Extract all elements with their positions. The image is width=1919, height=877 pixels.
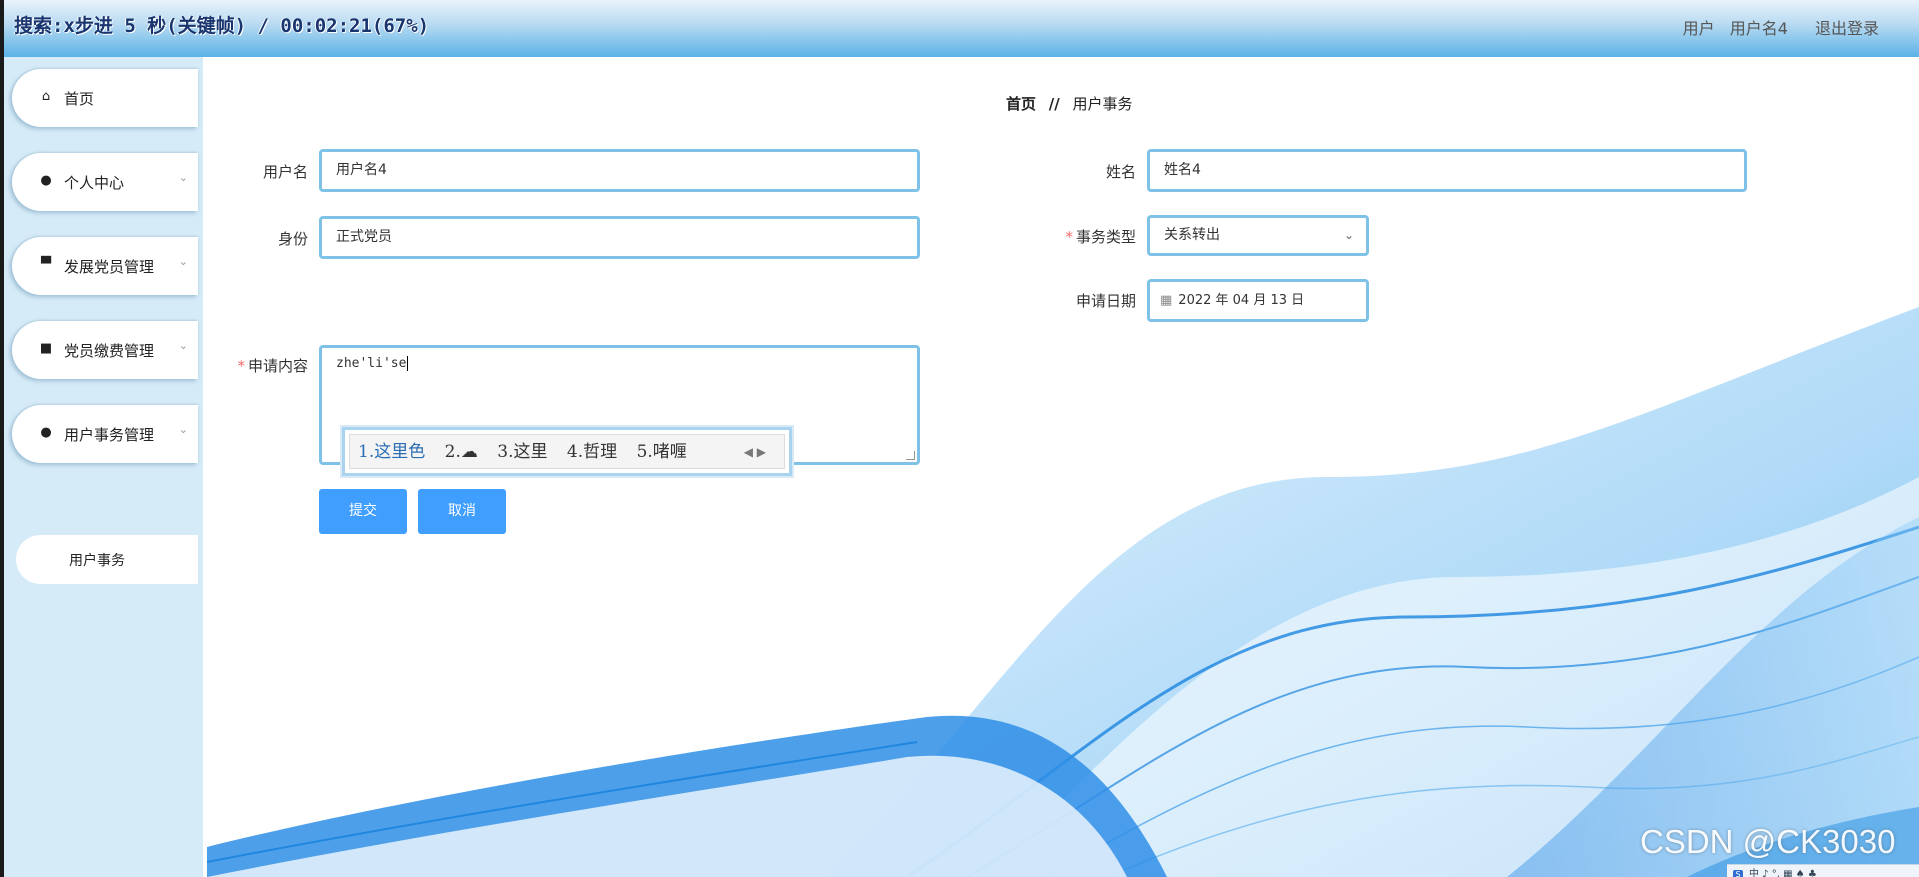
- cancel-button[interactable]: 取消: [418, 489, 506, 534]
- sidebar-subitem-label: 用户事务: [69, 553, 125, 569]
- content-label-text: 申请内容: [247, 357, 308, 375]
- sidebar-item-personal-center[interactable]: ● 个人中心 ⌄: [12, 153, 198, 211]
- breadcrumb-current: 用户事务: [1072, 95, 1133, 113]
- watermark: CSDN @CK3030: [1640, 823, 1896, 860]
- app-frame: 搜索:x步进 5 秒(关键帧) / 00:02:21(67%) 用户 用户名4 …: [4, 0, 1919, 877]
- chevron-down-icon: ⌄: [178, 171, 188, 184]
- content-label: * 申请内容: [207, 355, 308, 376]
- apply-date-value: 2022 年 04 月 13 日: [1178, 293, 1305, 308]
- chevron-down-icon: ⌄: [178, 339, 188, 352]
- submit-button[interactable]: 提交: [319, 489, 407, 534]
- tray-text: 中 ♪ °, ▦ ♠ ♣: [1749, 869, 1817, 877]
- breadcrumb: 首页 // 用户事务: [1006, 93, 1133, 114]
- ime-candidate-2[interactable]: 2.☁: [445, 442, 478, 462]
- ime-candidate-popup: 1.这里色 2.☁ 3.这里 4.哲理 5.啫喱 ◀ ▶: [342, 427, 792, 476]
- chevron-down-icon: ⌄: [1343, 228, 1354, 242]
- resize-handle[interactable]: [906, 451, 915, 460]
- logout-link[interactable]: 退出登录: [1815, 19, 1879, 38]
- top-bar: 搜索:x步进 5 秒(关键帧) / 00:02:21(67%) 用户 用户名4 …: [4, 0, 1919, 57]
- content-text: zhe'li'se: [336, 356, 407, 371]
- calendar-icon: ▦: [1160, 293, 1173, 308]
- identity-input[interactable]: 正式党员: [319, 216, 920, 259]
- user-area: 用户 用户名4 退出登录: [1673, 15, 1879, 39]
- window-title: 搜索:x步进 5 秒(关键帧) / 00:02:21(67%): [14, 15, 430, 37]
- ime-candidate-3[interactable]: 3.这里: [497, 442, 547, 462]
- sidebar-item-label: 首页: [64, 90, 95, 108]
- sidebar-item-label: 党员缴费管理: [64, 342, 155, 360]
- username-label: 用户名: [262, 163, 308, 181]
- wallet-icon: ■: [39, 341, 53, 356]
- sidebar-item-label: 个人中心: [64, 174, 125, 192]
- sidebar: ⌂ 首页 ● 个人中心 ⌄ ▀ 发展党员管理 ⌄ ■ 党员缴费管理 ⌄ ● 用户…: [4, 57, 203, 877]
- text-caret: [407, 356, 409, 371]
- main-content: 首页 // 用户事务 用户名 用户名4 姓名 姓名4 身份 正式党员 * 事务类型…: [207, 57, 1919, 877]
- ime-candidate-5[interactable]: 5.啫喱: [637, 442, 687, 462]
- breadcrumb-separator: //: [1048, 95, 1060, 113]
- cloud-icon: ☁: [460, 442, 478, 462]
- ime-candidate-1[interactable]: 1.这里色: [358, 442, 425, 462]
- ime-candidate-list: 1.这里色 2.☁ 3.这里 4.哲理 5.啫喱 ◀ ▶: [349, 434, 785, 469]
- sidebar-item-label: 发展党员管理: [64, 258, 155, 276]
- sidebar-item-user-affairs-management[interactable]: ● 用户事务管理 ⌄: [12, 405, 198, 463]
- affair-type-label: * 事务类型: [1027, 226, 1136, 247]
- user-icon: ●: [40, 425, 52, 440]
- breadcrumb-home[interactable]: 首页: [1006, 95, 1036, 113]
- username-input[interactable]: 用户名4: [319, 149, 920, 192]
- affair-type-select[interactable]: 关系转出 ⌄: [1147, 215, 1369, 256]
- affair-type-label-text: 事务类型: [1075, 228, 1136, 246]
- system-tray: S 中 ♪ °, ▦ ♠ ♣: [1727, 864, 1919, 877]
- username-label: 用户名4: [1729, 19, 1788, 38]
- realname-label: 姓名: [1105, 163, 1136, 181]
- stamp-icon: ▀: [41, 257, 51, 272]
- sidebar-item-fee-management[interactable]: ■ 党员缴费管理 ⌄: [12, 321, 198, 379]
- identity-label: 身份: [277, 230, 308, 248]
- chevron-down-icon: ⌄: [178, 255, 188, 268]
- chevron-down-icon: ⌄: [178, 423, 188, 436]
- realname-input[interactable]: 姓名4: [1147, 149, 1747, 192]
- affair-type-value: 关系转出: [1164, 227, 1220, 243]
- ime-s-icon[interactable]: S: [1733, 870, 1743, 877]
- apply-date-picker[interactable]: ▦ 2022 年 04 月 13 日: [1147, 279, 1369, 322]
- required-mark: *: [237, 357, 245, 375]
- user-icon: ●: [40, 173, 52, 188]
- ime-candidate-4[interactable]: 4.哲理: [567, 442, 617, 462]
- sidebar-item-home[interactable]: ⌂ 首页: [12, 69, 198, 127]
- sidebar-item-label: 用户事务管理: [64, 426, 155, 444]
- sidebar-item-member-development[interactable]: ▀ 发展党员管理 ⌄: [12, 237, 198, 295]
- sidebar-subitem-user-affairs[interactable]: 用户事务: [16, 535, 198, 584]
- home-icon: ⌂: [41, 89, 51, 104]
- ime-candidate-2-label: 2.: [444, 442, 461, 462]
- required-mark: *: [1065, 228, 1073, 246]
- user-role-label: 用户: [1682, 19, 1715, 38]
- apply-date-label: 申请日期: [1075, 292, 1136, 310]
- ime-page-arrows-icon[interactable]: ◀ ▶: [744, 435, 766, 469]
